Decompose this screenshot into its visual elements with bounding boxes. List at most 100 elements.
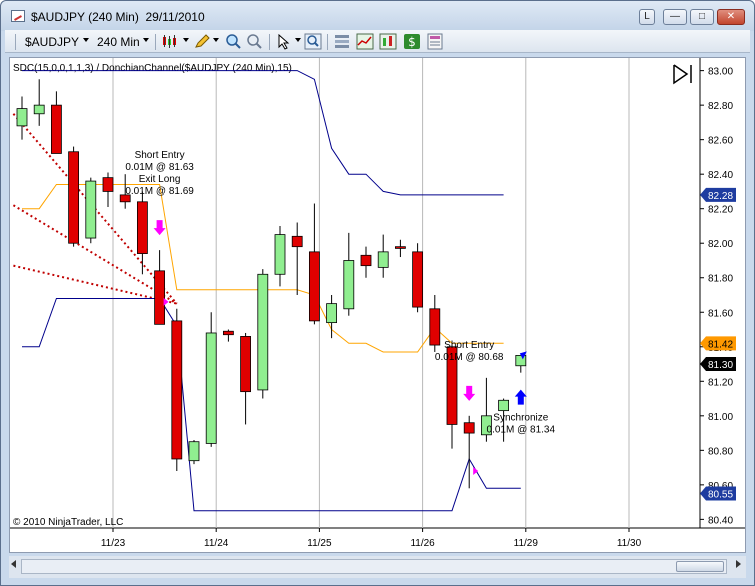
scroll-left-arrow-icon[interactable]	[11, 560, 16, 568]
candle-body	[171, 320, 183, 460]
candle-body	[154, 270, 166, 325]
signal-label: Short Entry	[444, 340, 494, 351]
candle-body	[68, 151, 79, 244]
candle-body	[16, 108, 28, 127]
y-tick-label: 81.20	[708, 377, 733, 388]
minimize-button[interactable]: —	[663, 9, 687, 25]
donchian-lower-line	[22, 298, 521, 512]
buy-arrow-icon	[514, 389, 527, 405]
candle-body	[222, 330, 234, 336]
x-tick-label: 11/23	[101, 538, 126, 549]
chevron-down-icon[interactable]	[83, 38, 89, 42]
candle-body	[240, 336, 252, 393]
y-tick-label: 82.80	[708, 101, 733, 112]
candle-body	[291, 235, 303, 248]
signal-label: Synchronize	[493, 413, 548, 424]
toolbar-separator	[327, 34, 328, 50]
candle-body	[343, 260, 355, 310]
title-bar[interactable]: $AUDJPY (240 Min) 29/11/2010 L — □ ✕	[1, 1, 754, 31]
y-tick-label: 81.00	[708, 412, 733, 423]
candle-body	[429, 308, 441, 346]
signal-label: Exit Long	[139, 174, 181, 185]
properties-icon[interactable]	[333, 33, 351, 50]
sell-arrow-icon	[463, 385, 476, 401]
fan-line	[13, 264, 178, 305]
y-tick-label: 82.60	[708, 136, 733, 147]
price-badge-label: 80.55	[708, 489, 733, 500]
zoom-in-icon[interactable]	[224, 33, 242, 50]
signal-label: 0.01M @ 81.69	[125, 186, 194, 197]
magnifier-icon[interactable]	[304, 33, 322, 50]
candle-body	[188, 441, 200, 462]
candle-body	[257, 273, 269, 391]
chevron-down-icon[interactable]	[295, 38, 301, 42]
y-tick-label: 82.00	[708, 239, 733, 250]
candle-body	[308, 251, 320, 322]
y-tick-label: 81.80	[708, 274, 733, 285]
instrument-selector[interactable]: $AUDJPY	[25, 35, 79, 49]
zoom-out-icon[interactable]	[245, 33, 263, 50]
strategy-dollar-icon[interactable]: $	[403, 33, 421, 50]
candle-body	[498, 399, 510, 412]
candle-body	[33, 104, 45, 115]
chevron-down-icon[interactable]	[213, 38, 219, 42]
candle-body	[137, 201, 148, 254]
candle-body	[326, 303, 338, 324]
chart-window: $AUDJPY (240 Min) 29/11/2010 L — □ ✕ $AU…	[0, 0, 755, 586]
chart-window-icon	[11, 10, 25, 22]
candle-body	[85, 180, 97, 239]
interval-selector[interactable]: 240 Min	[97, 35, 140, 49]
pointer-icon[interactable]	[275, 33, 293, 50]
chevron-down-icon[interactable]	[183, 38, 189, 42]
candlestick-icon[interactable]	[161, 33, 179, 50]
expand-panel-icon	[673, 64, 689, 85]
indicators-icon[interactable]	[356, 33, 374, 50]
candle-body	[274, 234, 286, 275]
x-tick-label: 11/24	[204, 538, 229, 549]
pencil-icon[interactable]	[193, 33, 211, 50]
y-tick-label: 80.80	[708, 446, 733, 457]
candle-body	[360, 254, 372, 267]
candle-body	[394, 246, 406, 249]
x-tick-label: 11/25	[307, 538, 332, 549]
close-button[interactable]: ✕	[717, 9, 745, 25]
candle-body	[515, 355, 527, 367]
candle-body	[51, 104, 62, 154]
signal-label: 0.01M @ 81.63	[125, 162, 194, 173]
price-badge-label: 81.30	[708, 360, 733, 371]
link-button[interactable]: L	[639, 9, 655, 25]
scrollbar-thumb[interactable]	[676, 561, 724, 572]
y-tick-label: 80.40	[708, 515, 733, 526]
x-tick-label: 11/29	[514, 538, 539, 549]
price-chart[interactable]: 83.00 82.80 82.60 82.40 82.20 82.00 81.80 81.60…	[10, 58, 745, 552]
chart-toolbar: $AUDJPY 240 Min $	[5, 30, 750, 53]
data-box-icon[interactable]	[426, 33, 444, 50]
indicator-title: SDC(15,0,0,1,1,3) / DonchianChannel($AUD…	[13, 63, 292, 74]
horizontal-scrollbar[interactable]	[21, 559, 727, 574]
toolbar-separator	[15, 34, 16, 50]
y-tick-label: 81.60	[708, 308, 733, 319]
donchian-upper-line	[22, 70, 504, 196]
y-tick-label: 82.40	[708, 170, 733, 181]
scroll-bar-area	[9, 556, 746, 578]
price-badge-label: 81.42	[708, 339, 733, 350]
chart-style-icon[interactable]	[379, 33, 397, 50]
toolbar-separator	[155, 34, 156, 50]
chart-panel[interactable]: 83.00 82.80 82.60 82.40 82.20 82.00 81.80 81.60…	[9, 57, 746, 553]
maximize-button[interactable]: □	[690, 9, 714, 25]
window-title: $AUDJPY (240 Min) 29/11/2010	[31, 10, 205, 24]
signal-label: Short Entry	[135, 150, 185, 161]
signal-label: 0.01M @ 80.68	[435, 352, 504, 363]
y-tick-label: 82.20	[708, 205, 733, 216]
candle-body	[102, 177, 114, 192]
sell-arrow-icon	[153, 220, 166, 236]
price-badge-label: 82.28	[708, 191, 733, 202]
toolbar-separator	[269, 34, 270, 50]
copyright-text: © 2010 NinjaTrader, LLC	[13, 517, 123, 528]
candle-body	[412, 251, 424, 308]
scroll-right-arrow-icon[interactable]	[736, 560, 741, 568]
chevron-down-icon[interactable]	[143, 38, 149, 42]
x-tick-label: 11/30	[617, 538, 642, 549]
candle-body	[205, 332, 217, 444]
signal-label: 0.01M @ 81.34	[487, 425, 556, 436]
